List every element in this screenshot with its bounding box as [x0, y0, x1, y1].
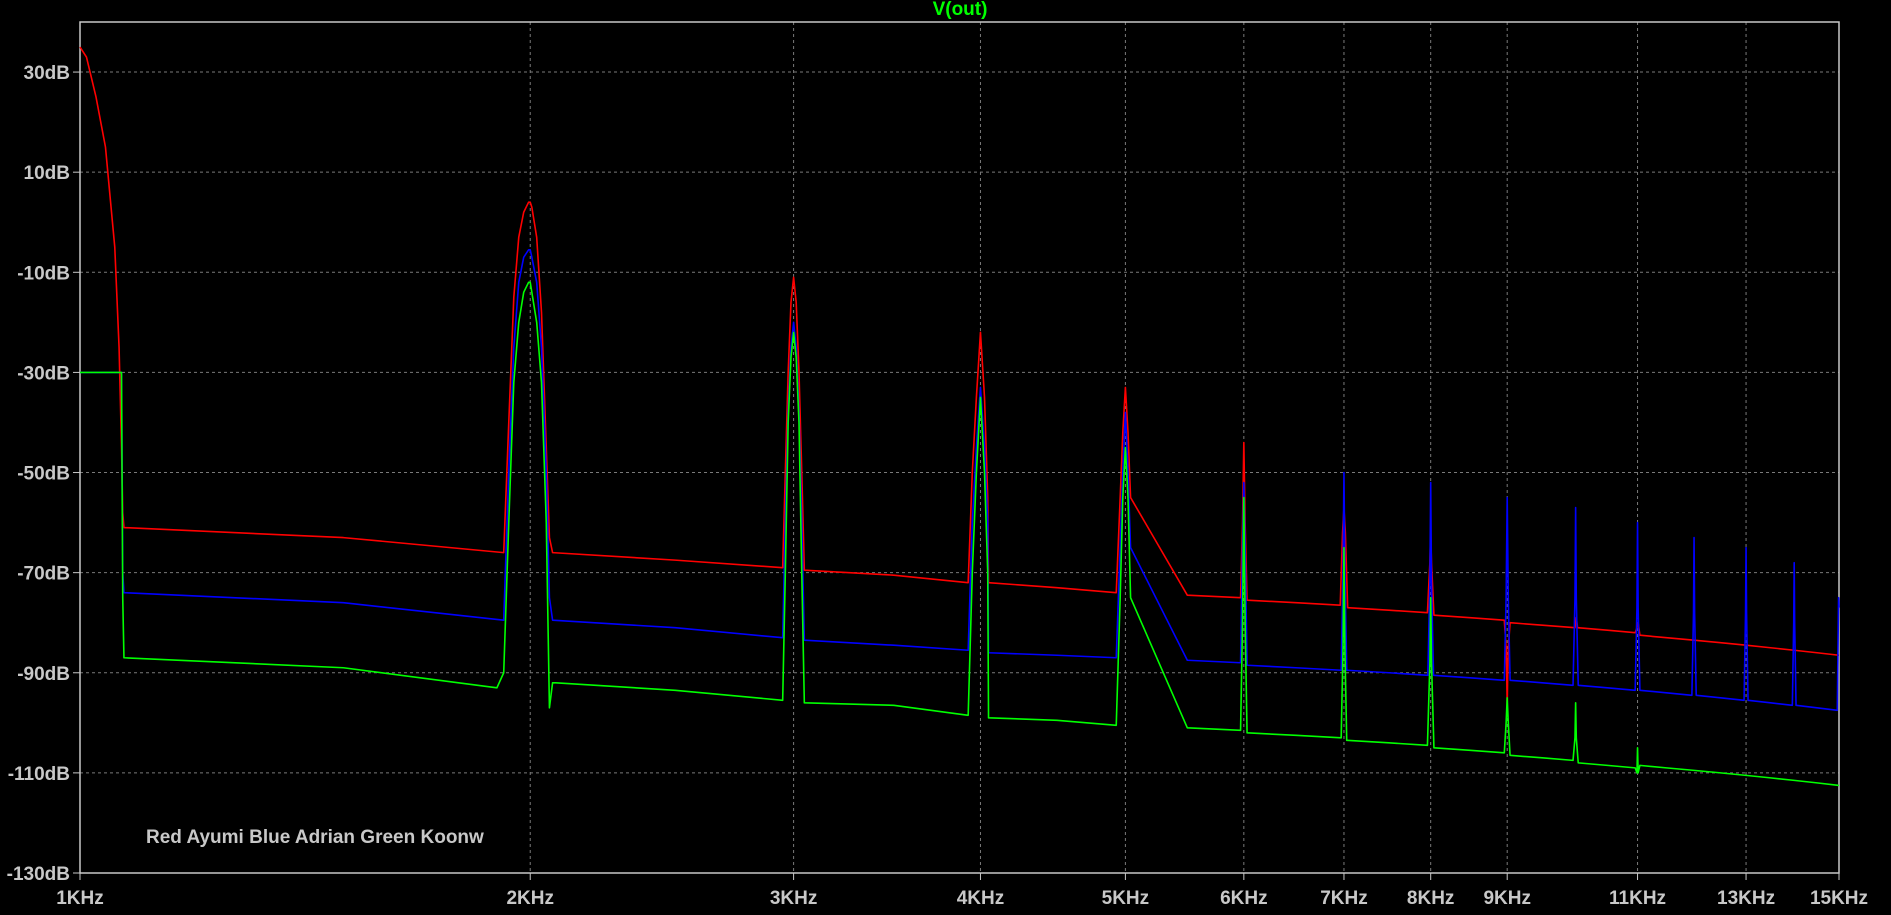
x-tick-label: 11KHz — [1609, 888, 1666, 909]
y-tick-label: -90dB — [17, 664, 70, 685]
x-tick-label: 13KHz — [1717, 888, 1775, 909]
x-tick-label: 6KHz — [1220, 888, 1268, 909]
y-tick-label: -30dB — [17, 363, 70, 384]
x-tick-label: 1KHz — [56, 888, 104, 909]
x-tick-label: 9KHz — [1483, 888, 1531, 909]
x-tick-label: 15KHz — [1810, 888, 1868, 909]
y-tick-label: -10dB — [17, 263, 70, 284]
y-tick-label: 30dB — [24, 63, 70, 84]
x-tick-label: 7KHz — [1320, 888, 1368, 909]
series-annotation: Red Ayumi Blue Adrian Green Koonw — [146, 827, 484, 848]
x-tick-label: 2KHz — [506, 888, 554, 909]
bode-plot: V(out) 1KHz 2KHz 3KHz 4KHz 5KHz 6KHz 7KHz 8KHz 9… — [0, 0, 1891, 915]
chart-title: V(out) — [933, 0, 988, 20]
y-tick-label: -70dB — [17, 564, 70, 585]
y-tick-label: -110dB — [8, 764, 70, 785]
y-tick-label: 10dB — [24, 163, 70, 184]
y-tick-label: -50dB — [17, 464, 70, 485]
x-tick-label: 8KHz — [1407, 888, 1455, 909]
x-tick-label: 5KHz — [1102, 888, 1150, 909]
y-tick-label: -130dB — [7, 864, 70, 885]
x-tick-label: 4KHz — [957, 888, 1005, 909]
x-tick-label: 3KHz — [770, 888, 818, 909]
